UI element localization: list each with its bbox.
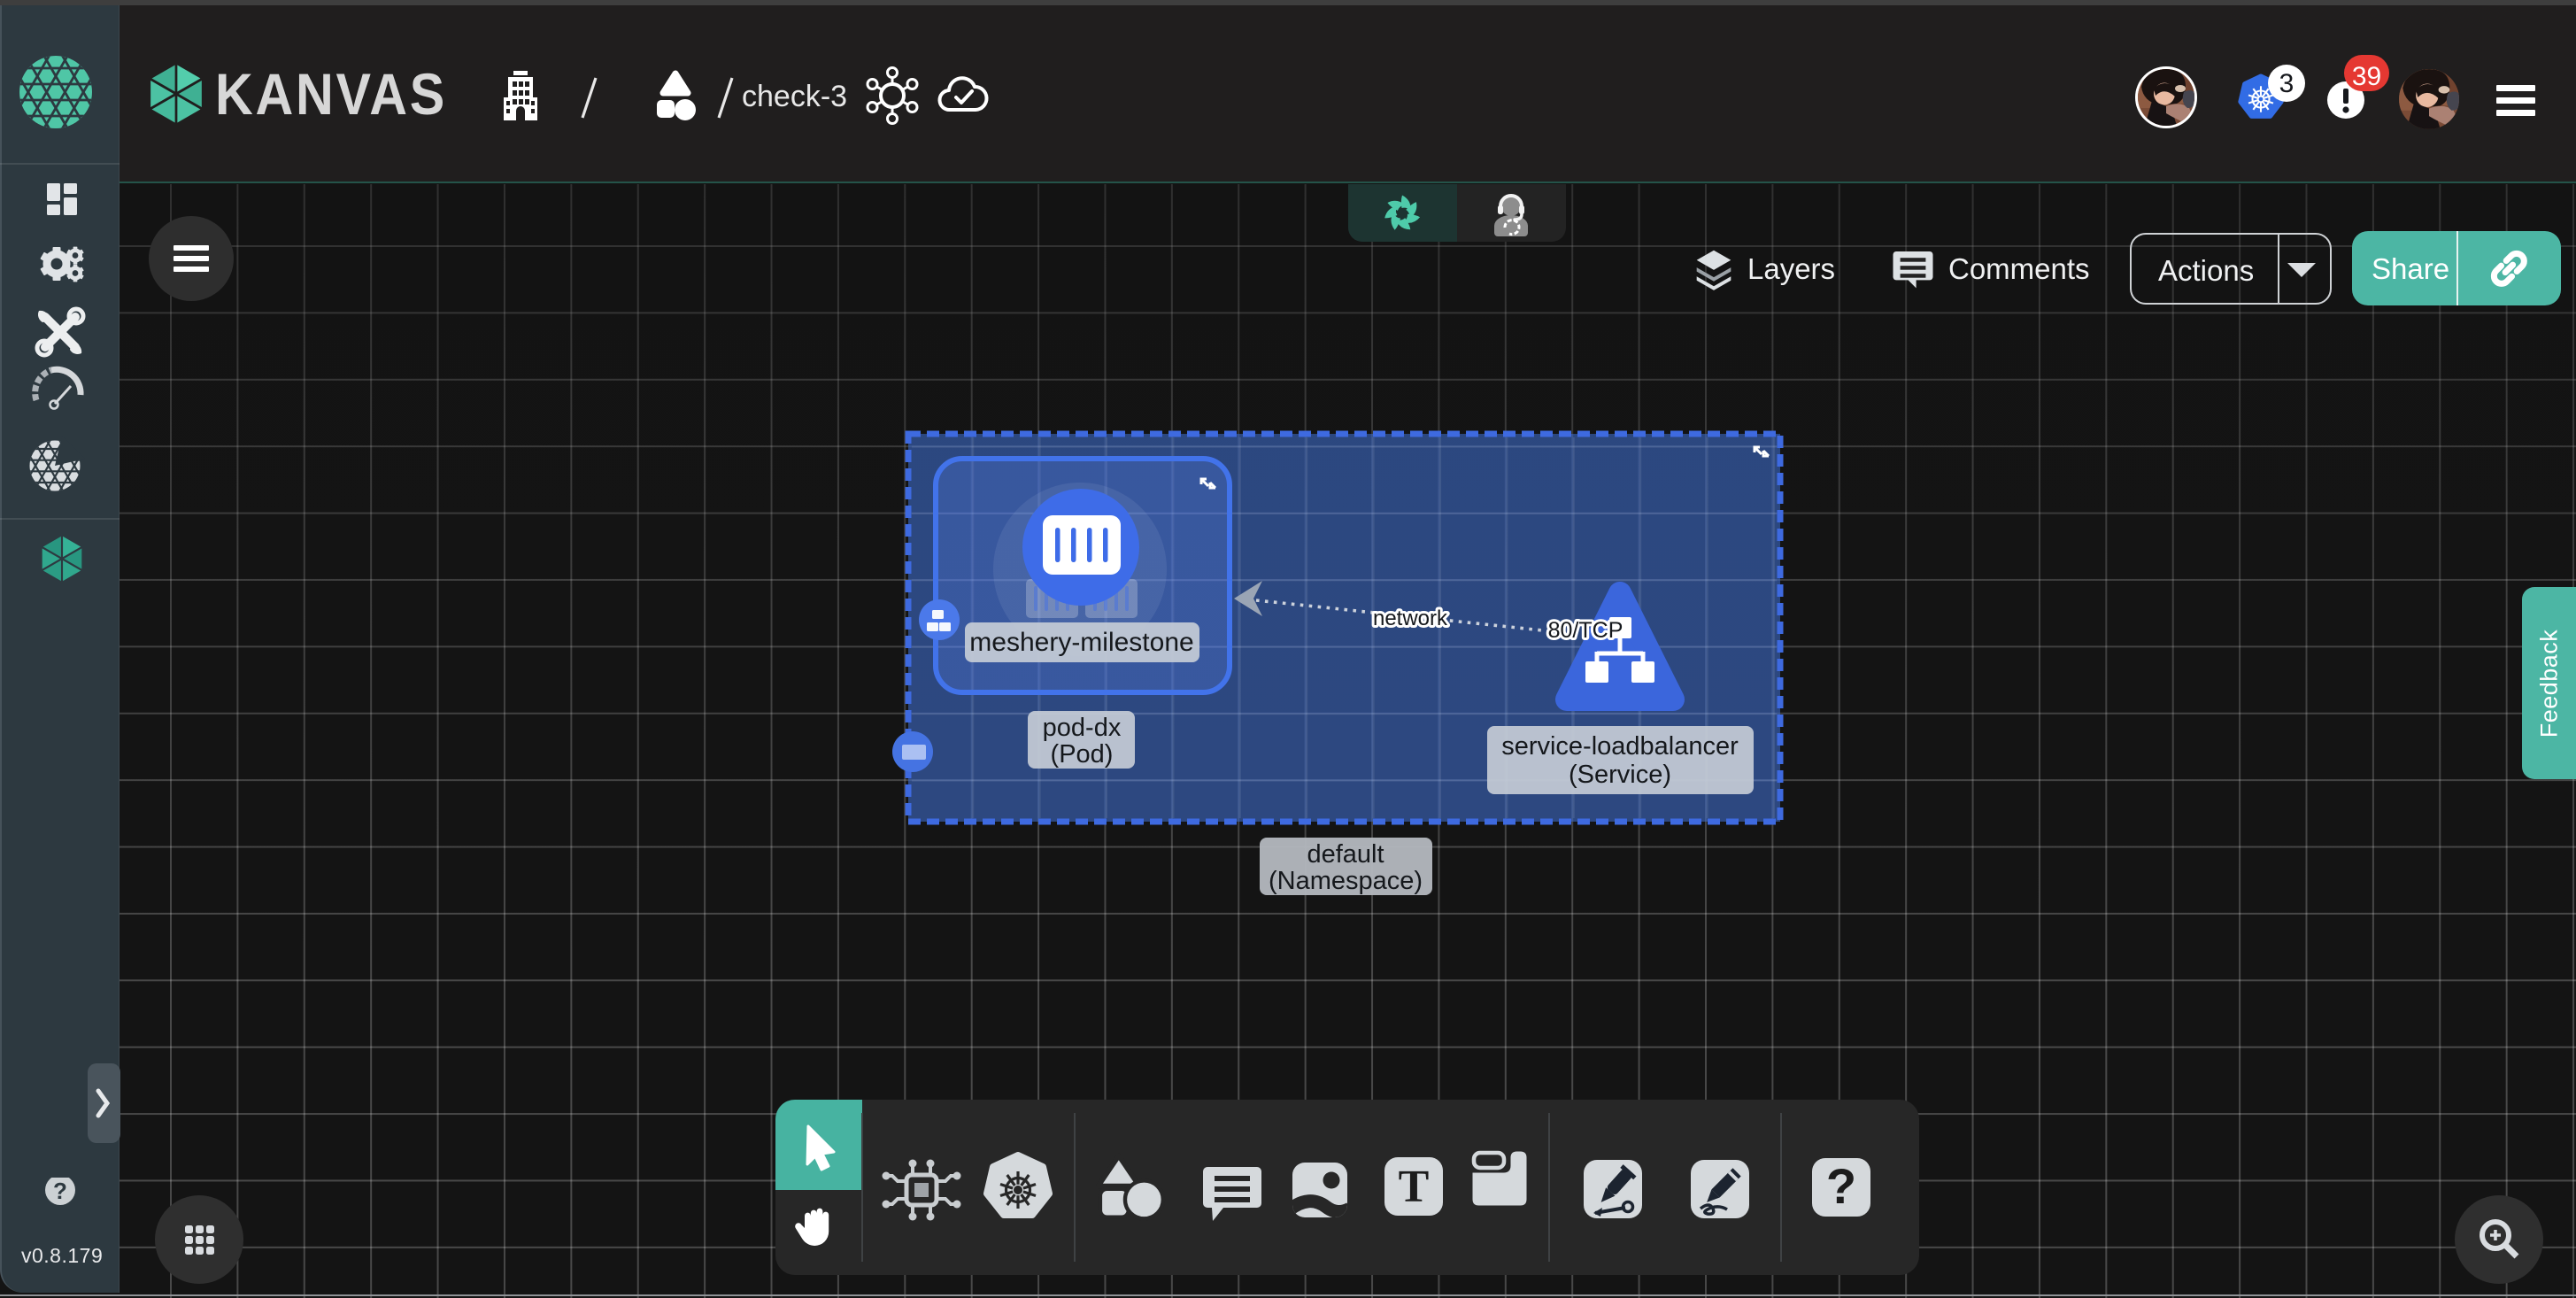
svg-text:pod-dx: pod-dx	[1043, 714, 1122, 742]
svg-text:3: 3	[2279, 69, 2294, 98]
svg-text:(Namespace): (Namespace)	[1269, 867, 1423, 895]
svg-text:(Pod): (Pod)	[1051, 740, 1114, 769]
svg-text:network: network	[1373, 607, 1448, 630]
svg-text:meshery-milestone: meshery-milestone	[969, 628, 1193, 657]
svg-text:80/TCP: 80/TCP	[1548, 618, 1623, 643]
svg-text:?: ?	[53, 1178, 67, 1204]
svg-text:check-3: check-3	[742, 80, 847, 113]
svg-text:39: 39	[2352, 62, 2381, 91]
svg-text:?: ?	[1826, 1158, 1856, 1214]
svg-text:(Service): (Service)	[1569, 761, 1671, 789]
svg-text:service-loadbalancer: service-loadbalancer	[1501, 732, 1739, 761]
svg-text:default: default	[1307, 840, 1384, 869]
svg-text:T: T	[1399, 1162, 1430, 1212]
